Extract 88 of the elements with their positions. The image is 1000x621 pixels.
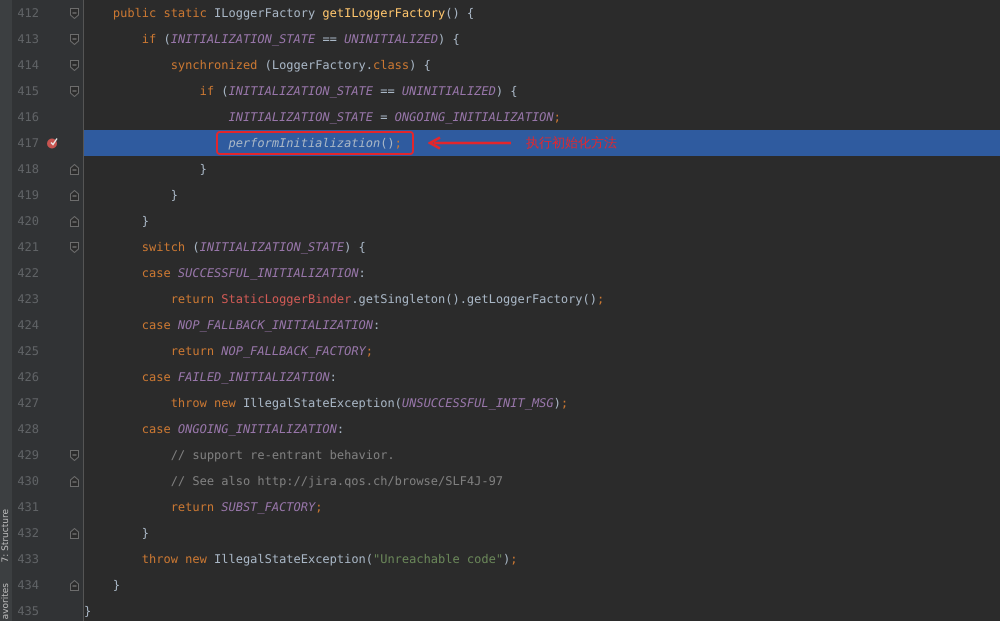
code-token: ;	[596, 292, 604, 306]
code-token: (	[192, 240, 200, 254]
code-token: class	[373, 58, 410, 72]
code-token: ==	[321, 32, 338, 46]
annotation-text: 执行初始化方法	[526, 135, 617, 152]
code-token: }	[140, 214, 150, 228]
tool-window-tab[interactable]: avorites	[0, 582, 12, 619]
code-token: ;	[554, 110, 561, 124]
code-token: }	[170, 188, 178, 202]
code-token: :	[373, 318, 380, 332]
code-token: ;	[366, 344, 374, 358]
code-token: return	[170, 292, 216, 306]
code-token: :	[336, 422, 344, 436]
code-token: case	[140, 266, 172, 280]
code-token: }	[198, 162, 207, 176]
code-token: performInitialization	[228, 136, 380, 150]
code-token: )	[503, 552, 510, 566]
code-token: NOP_FALLBACK_FACTORY	[221, 344, 366, 358]
code-token: throw new	[170, 396, 237, 410]
code-token: UNSUCCESSFUL_INIT_MSG	[402, 396, 554, 410]
code-token: FAILED_INITIALIZATION	[178, 370, 330, 384]
code-token: UNINITIALIZED	[402, 84, 496, 98]
code-token: case	[140, 422, 172, 436]
code-token: )	[554, 396, 561, 410]
code-token: (	[221, 84, 229, 98]
code-token: ;	[394, 136, 402, 150]
fold-end-icon[interactable]	[70, 164, 78, 174]
code-token: }	[140, 526, 150, 540]
code-token: // support re-entrant behavior.	[170, 448, 395, 462]
code-token: StaticLoggerBinder	[221, 292, 352, 306]
code-token: ;	[560, 396, 568, 410]
code-token: ) {	[409, 58, 431, 72]
fold-end-icon[interactable]	[70, 580, 78, 590]
code-token: ()	[380, 136, 395, 150]
code-token: ) {	[344, 240, 366, 254]
code-token: return	[170, 344, 216, 358]
fold-end-icon[interactable]	[70, 528, 78, 538]
fold-start-icon[interactable]	[70, 86, 78, 96]
code-token: "Unreachable code"	[373, 552, 504, 566]
code-token: SUBST_FACTORY	[221, 500, 316, 514]
code-token: INITIALIZATION_STATE	[227, 110, 373, 124]
code-token: ONGOING_INITIALIZATION	[394, 110, 554, 124]
code-token: UNINITIALIZED	[344, 32, 438, 46]
code-token: ONGOING_INITIALIZATION	[178, 422, 337, 436]
code-token: ) {	[496, 84, 518, 98]
code-token: (	[163, 32, 171, 46]
fold-end-icon[interactable]	[70, 476, 78, 486]
code-token: synchronized	[170, 58, 258, 72]
code-token: }	[112, 578, 120, 592]
code-token: () {	[445, 6, 474, 20]
code-token: INITIALIZATION_STATE	[170, 32, 316, 46]
arrow-icon	[428, 136, 512, 150]
code-token: :	[358, 266, 366, 280]
fold-start-icon[interactable]	[70, 450, 78, 460]
code-token: }	[84, 604, 92, 618]
code-token: NOP_FALLBACK_INITIALIZATION	[178, 318, 373, 332]
fold-start-icon[interactable]	[70, 34, 78, 44]
code-token: public static	[112, 6, 208, 20]
code-token: throw new	[140, 552, 208, 566]
tool-window-tab[interactable]: 7: Structure	[0, 509, 12, 563]
code-token: ILoggerFactory	[214, 6, 316, 20]
code-token: return	[170, 500, 216, 514]
code-token: // See also http://jira.qos.ch/browse/SLF4J-97	[170, 474, 504, 488]
fold-start-icon[interactable]	[70, 8, 78, 18]
code-token: if	[140, 32, 158, 46]
code-token: IllegalStateException(	[214, 552, 373, 566]
code-token: INITIALIZATION_STATE	[228, 84, 374, 98]
code-token: INITIALIZATION_STATE	[200, 240, 344, 254]
code-token: case	[140, 318, 172, 332]
breakpoint-icon[interactable]	[46, 137, 58, 149]
code-token: ;	[510, 552, 518, 566]
code-token: getILoggerFactory	[322, 6, 446, 20]
code-token: IllegalStateException(	[242, 396, 402, 410]
fold-start-icon[interactable]	[70, 60, 78, 70]
code-token: :	[330, 370, 337, 384]
code-token: ;	[315, 500, 322, 514]
fold-end-icon[interactable]	[70, 190, 78, 200]
code-token: switch	[140, 240, 186, 254]
code-token: SUCCESSFUL_INITIALIZATION	[178, 266, 359, 280]
code-token: =	[379, 110, 388, 124]
fold-start-icon[interactable]	[70, 242, 78, 252]
code-token: (LoggerFactory.	[264, 58, 373, 72]
code-token: case	[140, 370, 172, 384]
code-token: ==	[379, 84, 396, 98]
code-token: ) {	[438, 32, 460, 46]
code-token: .getSingleton().getLoggerFactory()	[351, 292, 597, 306]
code-token: if	[198, 84, 216, 98]
fold-end-icon[interactable]	[70, 216, 78, 226]
